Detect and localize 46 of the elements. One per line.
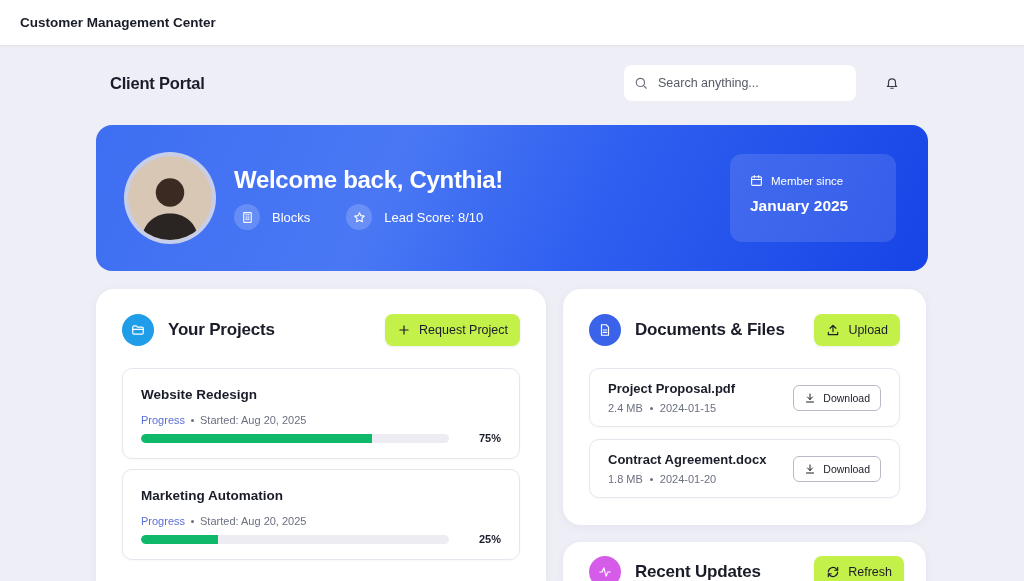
file-date: 2024-01-20 (659, 473, 717, 485)
separator-dot-icon (649, 477, 653, 481)
file-date: 2024-01-15 (659, 402, 717, 414)
request-project-button[interactable]: Request Project (385, 314, 520, 346)
start-date: Started: Aug 20, 2025 (200, 515, 307, 527)
member-date: January 2025 (750, 197, 850, 215)
plus-icon (397, 323, 412, 337)
search-field[interactable]: Search anything... (656, 75, 846, 91)
bell-icon[interactable] (885, 76, 899, 90)
progress-percent: 75% (477, 432, 501, 444)
refresh-icon (826, 565, 841, 579)
lead-score: Lead Score: 8/10 (384, 209, 484, 225)
upload-button[interactable]: Upload (814, 314, 900, 346)
status-label: Progress (141, 515, 186, 527)
separator-dot-icon (191, 519, 195, 523)
project-name: Marketing Automation (141, 488, 284, 503)
section-title: Your Projects (168, 320, 276, 340)
member-label: Member since (771, 174, 844, 187)
calendar-icon (750, 174, 763, 187)
progress-percent: 25% (477, 533, 501, 545)
building-icon (234, 204, 260, 230)
search-bar[interactable]: Search anything... (624, 65, 856, 101)
download-button[interactable]: Download (793, 455, 881, 482)
company-name: Blocks (272, 209, 311, 225)
separator-dot-icon (649, 406, 653, 410)
download-icon (804, 391, 817, 404)
start-date: Started: Aug 20, 2025 (200, 414, 307, 426)
separator-dot-icon (191, 418, 195, 422)
project-name: Website Redesign (141, 387, 259, 402)
upload-icon (826, 323, 841, 337)
section-title: Recent Updates (635, 562, 762, 581)
download-button[interactable]: Download (793, 384, 881, 411)
search-icon (634, 76, 648, 90)
section-title: Documents & Files (635, 320, 786, 340)
status-label: Progress (141, 414, 186, 426)
download-icon (804, 462, 817, 475)
file-size: 2.4 MB (608, 402, 643, 414)
page-title: Client Portal (110, 73, 206, 93)
welcome-heading: Welcome back, Cynthia! (234, 166, 505, 194)
file-name: Contract Agreement.docx (608, 452, 768, 467)
file-size: 1.8 MB (608, 473, 643, 485)
app-title: Customer Management Center (20, 15, 216, 30)
file-name: Project Proposal.pdf (608, 381, 737, 396)
document-icon (589, 314, 621, 346)
folder-icon (122, 314, 154, 346)
refresh-button[interactable]: Refresh (814, 556, 904, 581)
